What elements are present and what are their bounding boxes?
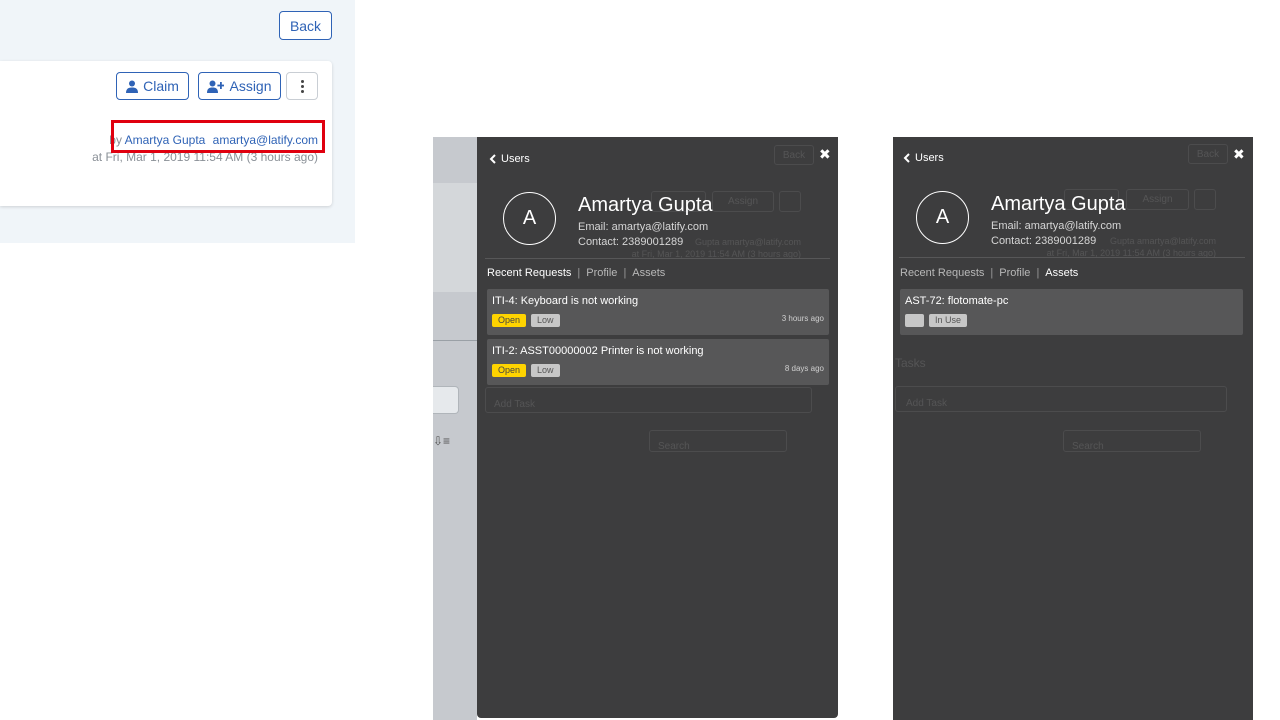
tab-recent-requests[interactable]: Recent Requests xyxy=(487,267,571,279)
more-actions-button[interactable] xyxy=(286,72,318,100)
user-name: Amartya Gupta xyxy=(991,193,1126,215)
user-tabs: Recent Requests | Profile | Assets xyxy=(900,267,1079,279)
background-input-edge xyxy=(433,386,459,414)
ghost-more-button xyxy=(779,191,801,212)
request-badges: Open Low xyxy=(492,314,560,327)
user-detail-panel: Back Assign Gupta amartya@latify.com at … xyxy=(477,137,838,718)
ghost-add-task: Add Task xyxy=(485,387,812,413)
ghost-assign-button: Assign xyxy=(1126,189,1189,210)
users-back-label: Users xyxy=(501,153,530,165)
panel-divider xyxy=(485,258,830,259)
close-icon[interactable]: ✖ xyxy=(1233,146,1245,163)
highlight-annotation xyxy=(111,120,325,153)
panel-divider xyxy=(899,257,1245,258)
request-title: ITI-4: Keyboard is not working xyxy=(492,295,639,307)
chevron-left-icon xyxy=(489,154,496,164)
ghost-back-button: Back xyxy=(1188,144,1228,164)
asset-badges: In Use xyxy=(905,314,968,327)
close-icon[interactable]: ✖ xyxy=(819,146,831,163)
request-card[interactable]: ITI-2: ASST00000002 Printer is not worki… xyxy=(487,339,829,385)
priority-badge: Low xyxy=(531,314,560,327)
request-badges: Open Low xyxy=(492,364,560,377)
asset-card[interactable]: AST-72: flotomate-pc In Use xyxy=(900,289,1243,335)
ghost-search-text: Search xyxy=(658,441,690,452)
users-back-label: Users xyxy=(915,152,944,164)
request-time: 8 days ago xyxy=(784,364,824,373)
user-icon xyxy=(126,80,139,93)
claim-label: Claim xyxy=(143,78,179,94)
users-back-link[interactable]: Users xyxy=(903,152,944,164)
background-divider xyxy=(433,340,477,341)
user-email: Email: amartya@latify.com xyxy=(578,221,709,233)
user-contact: Contact: 2389001289 xyxy=(991,235,1097,247)
ghost-back-button: Back xyxy=(774,145,814,165)
back-button[interactable]: Back xyxy=(279,11,332,40)
priority-badge: Low xyxy=(531,364,560,377)
avatar: A xyxy=(916,191,969,244)
user-name: Amartya Gupta xyxy=(578,194,713,216)
ghost-search: Search xyxy=(1063,430,1201,452)
user-detail-panel-assets: Back Assign Gupta amartya@latify.com at … xyxy=(893,137,1253,720)
asset-type-badge xyxy=(905,314,924,327)
status-badge: Open xyxy=(492,314,527,327)
tab-profile[interactable]: Profile xyxy=(586,267,617,279)
ghost-tasks-heading: Tasks xyxy=(895,356,926,370)
ghost-more-button xyxy=(1194,189,1216,210)
vertical-dots-icon xyxy=(300,79,304,93)
tab-assets[interactable]: Assets xyxy=(1045,267,1078,279)
background-page-band xyxy=(433,183,477,292)
tab-assets[interactable]: Assets xyxy=(632,267,665,279)
ghost-add-task-text: Add Task xyxy=(906,398,947,409)
ghost-by-line: Gupta amartya@latify.com xyxy=(694,237,801,247)
users-back-link[interactable]: Users xyxy=(489,153,530,165)
chevron-left-icon xyxy=(903,153,910,163)
user-email: Email: amartya@latify.com xyxy=(991,220,1122,232)
request-time: 3 hours ago xyxy=(781,314,824,323)
user-contact: Contact: 2389001289 xyxy=(578,236,684,248)
ghost-by-line: Gupta amartya@latify.com xyxy=(1109,236,1216,246)
tab-recent-requests[interactable]: Recent Requests xyxy=(900,267,984,279)
asset-title: AST-72: flotomate-pc xyxy=(905,295,1009,307)
tab-profile[interactable]: Profile xyxy=(999,267,1030,279)
user-plus-icon xyxy=(207,80,225,93)
claim-button[interactable]: Claim xyxy=(116,72,189,100)
asset-status-badge: In Use xyxy=(929,314,968,327)
ghost-search-text: Search xyxy=(1072,441,1104,452)
ghost-search: Search xyxy=(649,430,787,452)
user-tabs: Recent Requests | Profile | Assets xyxy=(487,267,666,279)
sort-icon: ⇩≡ xyxy=(433,434,451,448)
assign-button[interactable]: Assign xyxy=(198,72,281,100)
request-title: ITI-2: ASST00000002 Printer is not worki… xyxy=(492,345,704,357)
ghost-assign-button: Assign xyxy=(712,191,774,212)
assign-label: Assign xyxy=(229,78,272,94)
request-card[interactable]: ITI-4: Keyboard is not working Open Low … xyxy=(487,289,829,335)
ghost-add-task-text: Add Task xyxy=(494,399,535,410)
avatar: A xyxy=(503,192,556,245)
ghost-add-task: Add Task xyxy=(895,386,1227,412)
status-badge: Open xyxy=(492,364,527,377)
